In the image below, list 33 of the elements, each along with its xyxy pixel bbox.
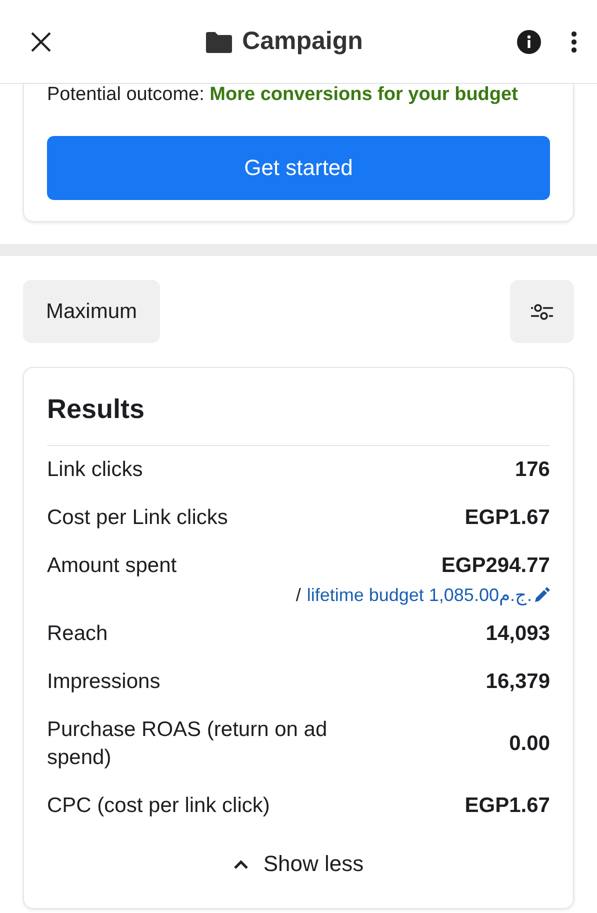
outcome-text: Potential outcome: More conversions for your budget bbox=[47, 84, 519, 106]
results-title: Results bbox=[47, 368, 550, 446]
metric-label: Impressions bbox=[47, 669, 160, 695]
info-icon bbox=[517, 30, 541, 54]
folder-icon bbox=[206, 30, 232, 52]
close-icon bbox=[30, 30, 52, 52]
metric-label: Reach bbox=[47, 621, 108, 647]
budget-link[interactable]: lifetime budget 1,085.00ج.م. bbox=[306, 584, 550, 606]
maximum-button[interactable]: Maximum bbox=[23, 280, 160, 343]
separator-text: / bbox=[296, 584, 301, 606]
chevron-icon bbox=[233, 859, 250, 869]
close-button[interactable] bbox=[30, 30, 52, 52]
metric-label: Purchase ROAS (return on ad spend) bbox=[47, 717, 328, 771]
sliders-icon bbox=[530, 302, 554, 320]
window-title: Campaign bbox=[242, 27, 363, 56]
pencil-icon bbox=[534, 587, 550, 603]
metric-label: Link clicks bbox=[47, 457, 143, 483]
metric-label: Amount spent bbox=[47, 553, 177, 579]
metric-value: EGP294.77 bbox=[441, 554, 550, 578]
more-icon bbox=[571, 30, 577, 52]
metric-label: Cost per Link clicks bbox=[47, 505, 228, 531]
metric-value: EGP1.67 bbox=[464, 794, 550, 818]
show-less-button[interactable]: Show less bbox=[47, 850, 550, 878]
filter-button[interactable] bbox=[510, 280, 574, 343]
metric-value: 14,093 bbox=[486, 622, 550, 646]
more-button[interactable] bbox=[571, 30, 577, 52]
info-button[interactable] bbox=[517, 30, 541, 54]
metric-value: 16,379 bbox=[486, 670, 550, 694]
get-started-button[interactable]: Get started bbox=[47, 136, 550, 200]
metric-value: 176 bbox=[514, 458, 550, 482]
metric-label: CPC (cost per link click) bbox=[47, 793, 270, 819]
metric-value: 0.00 bbox=[509, 732, 550, 756]
metric-value: EGP1.67 bbox=[464, 506, 550, 530]
